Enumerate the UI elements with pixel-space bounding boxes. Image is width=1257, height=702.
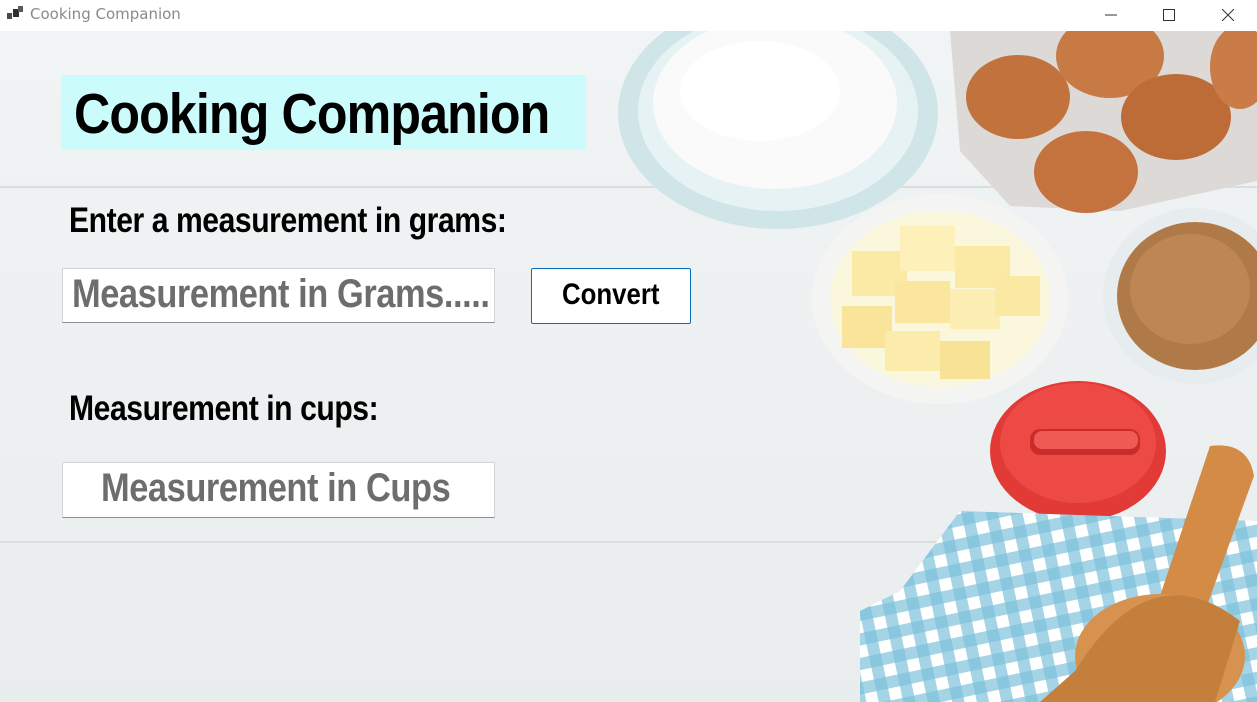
window-titlebar[interactable]: Cooking Companion (0, 0, 1257, 30)
grams-label: Enter a measurement in grams: (69, 201, 507, 240)
close-icon (1222, 9, 1234, 21)
flour-bowl-image (618, 31, 938, 229)
cups-output-field[interactable]: Measurement in Cups (62, 462, 495, 518)
convert-button-label: Convert (562, 278, 660, 311)
grams-input-placeholder: Measurement in Grams..... (72, 272, 490, 316)
window-title: Cooking Companion (30, 5, 181, 23)
cups-output-text: Measurement in Cups (101, 466, 451, 510)
kitchen-timer-image (990, 381, 1166, 521)
egg-carton-image (950, 31, 1257, 213)
minimize-button[interactable] (1082, 0, 1140, 30)
cups-label: Measurement in cups: (69, 389, 379, 428)
maximize-button[interactable] (1140, 0, 1198, 30)
minimize-icon (1105, 14, 1117, 16)
app-heading: Cooking Companion (74, 82, 550, 146)
maximize-icon (1163, 9, 1175, 21)
app-icon (7, 6, 23, 19)
butter-bowl-image (812, 194, 1068, 404)
convert-button[interactable]: Convert (531, 268, 691, 324)
close-button[interactable] (1199, 0, 1257, 30)
form-background: Cooking Companion Enter a measurement in… (0, 31, 1257, 702)
grams-input[interactable]: Measurement in Grams..... (62, 268, 495, 323)
brown-sugar-bowl-image (1103, 208, 1257, 384)
